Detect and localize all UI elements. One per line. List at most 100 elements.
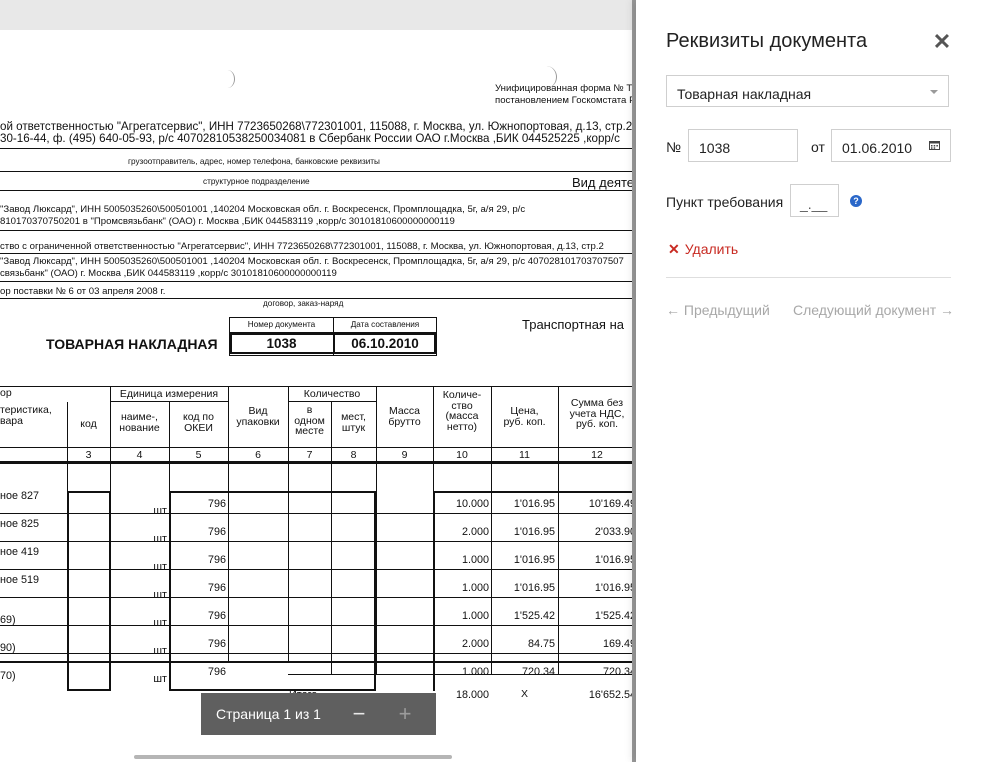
row-price: 84.75 xyxy=(527,638,555,650)
row-unit: шт xyxy=(153,645,167,657)
row-product-name: ное 827 xyxy=(0,490,39,502)
row-product-name: 69) xyxy=(0,614,16,626)
rule xyxy=(0,281,636,282)
calendar-icon[interactable] xyxy=(929,140,940,150)
row-price: 1'016.95 xyxy=(513,582,555,594)
stamp-mark xyxy=(220,70,235,88)
col-header-sum: Сумма без учета НДС, руб. коп. xyxy=(569,397,625,430)
col-header-product-desc: теристика, вара xyxy=(0,404,52,427)
payer-line: "Завод Люксард", ИНН 5005035260\50050100… xyxy=(0,256,624,267)
document-type-select[interactable]: Товарная накладная xyxy=(666,75,949,107)
chevron-down-icon xyxy=(930,90,938,94)
payer-line: связьбанк" (ОАО) г. Москва ,БИК 04458311… xyxy=(0,268,337,279)
row-price: 1'016.95 xyxy=(513,554,555,566)
row-product-name: ное 825 xyxy=(0,518,39,530)
zoom-in-button[interactable]: + xyxy=(382,693,428,735)
document-viewer[interactable]: Унифицированная форма № Т постановлением… xyxy=(0,0,636,762)
form-approval: постановлением Госкомстата Р xyxy=(495,95,636,106)
row-okei: 796 xyxy=(207,582,226,594)
viewer-horizontal-scrollbar[interactable] xyxy=(134,755,452,759)
row-sum: 720.34 xyxy=(602,666,636,678)
doc-number: 1038 xyxy=(266,336,297,351)
page-toolbar: Страница 1 из 1 − + xyxy=(201,693,436,735)
table-row xyxy=(0,569,636,570)
zoom-out-button[interactable]: − xyxy=(336,693,382,735)
row-sum: 169.49 xyxy=(602,638,636,650)
next-document-link[interactable]: Следующий документ → xyxy=(793,302,954,318)
row-okei: 796 xyxy=(207,666,226,678)
row-product-name: 90) xyxy=(0,642,16,654)
basis-caption: договор, заказ-наряд xyxy=(263,299,344,308)
row-unit: шт xyxy=(153,617,167,629)
delete-icon: ✕ xyxy=(668,241,680,257)
close-icon[interactable]: ✕ xyxy=(932,31,952,53)
col-number: 6 xyxy=(255,449,261,461)
shipper-line: 30-16-44, ф. (495) 640-05-93, р/с 407028… xyxy=(0,132,620,145)
col-header-pack: Вид упаковки xyxy=(236,405,280,428)
row-okei: 796 xyxy=(207,610,226,622)
col-header-unit-group: Единица измерения xyxy=(119,388,219,400)
row-price: 1'016.95 xyxy=(513,498,555,510)
row-qty: 10.000 xyxy=(455,498,489,510)
col-number: 4 xyxy=(136,449,143,461)
doc-number-header: Номер документа xyxy=(247,320,316,329)
total-price: X xyxy=(520,688,528,700)
help-icon[interactable]: ? xyxy=(850,195,862,207)
col-header-net: Количе- ство (масса нетто) xyxy=(442,389,482,433)
row-qty: 1.000 xyxy=(461,554,489,566)
col-number: 12 xyxy=(591,449,603,461)
basis-line: ор поставки № 6 от 03 апреля 2008 г. xyxy=(0,286,166,297)
col-header-places: мест, штук xyxy=(341,411,366,434)
col-number: 10 xyxy=(456,449,468,461)
rule xyxy=(0,253,636,254)
delete-label: Удалить xyxy=(684,241,739,257)
scanned-document: Унифицированная форма № Т постановлением… xyxy=(0,30,636,762)
row-price: 1'525.42 xyxy=(513,610,555,622)
row-product-name: 70) xyxy=(0,670,16,682)
row-product-name: ное 419 xyxy=(0,546,39,558)
row-okei: 796 xyxy=(207,526,226,538)
consignee-line: 810170370750201 в "Промсвязьбанк" (ОАО) … xyxy=(0,216,455,227)
col-header-price: Цена, руб. коп. xyxy=(503,405,546,428)
previous-document-link[interactable]: ← Предыдущий xyxy=(666,302,770,318)
delete-button[interactable]: ✕ Удалить xyxy=(668,241,738,258)
document-date-value: 01.06.2010 xyxy=(842,140,913,156)
requirement-input[interactable]: _.__ xyxy=(790,184,839,217)
doc-date-header: Дата составления xyxy=(350,320,420,329)
col-header-unit-name: наиме-, нование xyxy=(119,411,160,434)
col-header-per-place: в одном месте xyxy=(294,404,325,437)
col-header-qty-group: Количество xyxy=(303,388,361,400)
row-sum: 2'033.90 xyxy=(594,526,636,538)
goods-table: ор теристика, вара код Единица измерения… xyxy=(0,386,636,700)
col-number: 3 xyxy=(85,449,92,461)
col-number: 9 xyxy=(401,449,408,461)
col-header-code: код xyxy=(80,418,97,430)
document-details-panel: Реквизиты документа ✕ Товарная накладная… xyxy=(636,0,988,762)
document-date-input[interactable]: 01.06.2010 xyxy=(831,129,951,162)
row-price: 1'016.95 xyxy=(513,526,555,538)
requirement-label: Пункт требования xyxy=(666,194,784,210)
form-code: Унифицированная форма № Т xyxy=(495,83,633,94)
row-qty: 1.000 xyxy=(461,610,489,622)
doc-number-box: Номер документа Дата составления 1038 06… xyxy=(229,317,437,356)
row-qty: 1.000 xyxy=(461,582,489,594)
table-row xyxy=(0,625,636,626)
shipper-caption: грузоотправитель, адрес, номер телефона,… xyxy=(128,157,380,166)
row-price: 720.34 xyxy=(521,666,555,678)
requirement-placeholder: _.__ xyxy=(800,196,828,212)
row-sum: 10'169.49 xyxy=(588,498,636,510)
total-sum: 16'652.54 xyxy=(588,689,636,701)
panel-title: Реквизиты документа xyxy=(666,30,868,52)
rule xyxy=(0,230,636,231)
col-number: 7 xyxy=(306,449,313,461)
row-qty: 1.000 xyxy=(461,666,489,678)
col-number: 5 xyxy=(195,449,202,461)
supplier-line: ство с ограниченной ответственностью "Аг… xyxy=(0,241,604,252)
row-unit: шт xyxy=(153,673,167,685)
row-sum: 1'525.42 xyxy=(594,610,636,622)
row-unit: шт xyxy=(153,561,167,573)
document-number-input[interactable]: 1038 xyxy=(688,129,798,162)
table-row xyxy=(0,541,636,542)
document-type-value: Товарная накладная xyxy=(677,86,812,102)
row-qty: 2.000 xyxy=(461,638,489,650)
